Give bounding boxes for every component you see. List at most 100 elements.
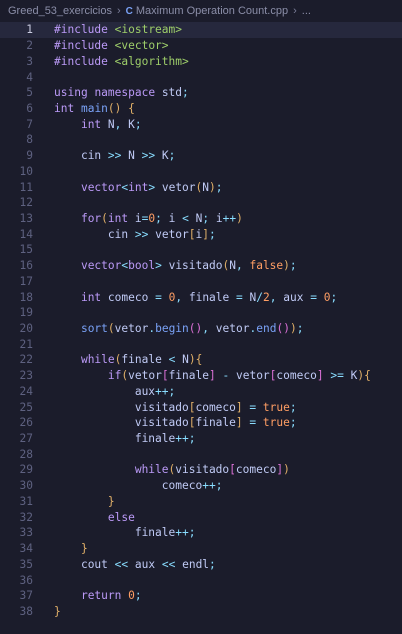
code-text: cin >> vetor[i]; <box>107 227 216 241</box>
code-line[interactable]: 9 cin >> N >> K; <box>0 148 402 164</box>
code-line[interactable]: 22 while(finale < N){ <box>0 352 402 368</box>
code-line[interactable]: 17 <box>0 274 402 290</box>
chevron-right-icon: › <box>293 5 297 17</box>
line-number: 33 <box>19 526 33 540</box>
line-number: 31 <box>19 494 33 508</box>
code-line[interactable]: 37 return 0; <box>0 588 402 604</box>
line-number: 6 <box>26 101 33 115</box>
code-line[interactable]: 24 aux++; <box>0 384 402 400</box>
code-text: } <box>54 604 61 618</box>
code-text: while(visitado[comeco]) <box>134 463 290 477</box>
code-line[interactable]: 3 #include <algorithm> <box>0 53 402 69</box>
line-number: 13 <box>19 211 33 225</box>
code-text: cin >> N >> K; <box>80 149 176 163</box>
code-text: finale++; <box>134 526 196 540</box>
line-number: 3 <box>26 54 33 68</box>
code-line[interactable]: 32 else <box>0 509 402 525</box>
line-number: 23 <box>19 369 33 383</box>
line-number: 36 <box>19 573 33 587</box>
line-number: 35 <box>19 557 33 571</box>
line-number: 19 <box>19 306 33 320</box>
line-number: 5 <box>26 86 33 100</box>
line-number: 22 <box>19 353 33 367</box>
code-text: while(finale < N){ <box>80 353 203 367</box>
code-text: cout << aux << endl; <box>80 557 216 571</box>
line-number: 14 <box>19 227 33 241</box>
code-text: else <box>107 510 135 524</box>
line-number: 2 <box>26 39 33 53</box>
code-line[interactable]: 16 vector<bool> visitado(N, false); <box>0 258 402 274</box>
line-number: 34 <box>19 542 33 556</box>
code-line[interactable]: 12 <box>0 195 402 211</box>
code-text: visitado[finale] = true; <box>134 416 297 430</box>
code-text: aux++; <box>134 384 176 398</box>
code-line[interactable]: 14 cin >> vetor[i]; <box>0 226 402 242</box>
code-line[interactable]: 13 for(int i=0; i < N; i++) <box>0 211 402 227</box>
line-number: 4 <box>26 70 33 84</box>
line-number: 15 <box>19 243 33 257</box>
code-line[interactable]: 21 <box>0 336 402 352</box>
code-line[interactable]: 15 <box>0 242 402 258</box>
code-line[interactable]: 20 sort(vetor.begin(), vetor.end()); <box>0 321 402 337</box>
line-number: 37 <box>19 589 33 603</box>
breadcrumb-more[interactable]: ... <box>302 5 311 17</box>
line-number: 16 <box>19 259 33 273</box>
code-line[interactable]: 11 vector<int> vetor(N); <box>0 179 402 195</box>
code-line[interactable]: 19 <box>0 305 402 321</box>
line-number: 12 <box>19 196 33 210</box>
line-number: 18 <box>19 290 33 304</box>
code-line[interactable]: 1 #include <iostream> <box>0 22 402 38</box>
code-text: finale++; <box>134 432 196 446</box>
line-number: 8 <box>26 133 33 147</box>
line-number: 28 <box>19 447 33 461</box>
chevron-right-icon: › <box>116 5 121 17</box>
code-line[interactable]: 6 int main() { <box>0 101 402 117</box>
code-line[interactable]: 7 int N, K; <box>0 116 402 132</box>
code-editor[interactable]: 1 #include <iostream> 2 #include <vector> 3 #… <box>0 22 402 619</box>
code-text: } <box>107 494 115 508</box>
code-line[interactable]: 38} <box>0 604 402 620</box>
code-text: if(vetor[finale] - vetor[comeco] >= K){ <box>107 369 371 383</box>
line-number: 17 <box>19 274 33 288</box>
line-number: 20 <box>19 322 33 336</box>
code-text: #include <iostream> <box>54 23 182 37</box>
code-text: #include <vector> <box>54 39 169 53</box>
code-line[interactable]: 35 cout << aux << endl; <box>0 556 402 572</box>
line-number: 1 <box>26 23 33 37</box>
code-line[interactable]: 18 int comeco = 0, finale = N/2, aux = 0… <box>0 289 402 305</box>
line-number: 38 <box>19 604 33 618</box>
code-line[interactable]: 2 #include <vector> <box>0 38 402 54</box>
code-text: int comeco = 0, finale = N/2, aux = 0; <box>80 290 338 304</box>
code-text: vector<bool> visitado(N, false); <box>80 259 297 273</box>
code-line[interactable]: 31 } <box>0 494 402 510</box>
code-text: return 0; <box>80 589 142 603</box>
code-line[interactable]: 8 <box>0 132 402 148</box>
line-number: 29 <box>19 463 33 477</box>
breadcrumb-file[interactable]: Maximum Operation Count.cpp <box>136 5 288 17</box>
code-line[interactable]: 34 } <box>0 541 402 557</box>
breadcrumb-folder[interactable]: Greed_53_exercicios <box>8 5 112 17</box>
line-number: 30 <box>19 479 33 493</box>
code-line[interactable]: 5 using namespace std; <box>0 85 402 101</box>
code-line[interactable]: 23 if(vetor[finale] - vetor[comeco] >= K… <box>0 368 402 384</box>
code-line[interactable]: 27 finale++; <box>0 431 402 447</box>
breadcrumb: Greed_53_exercicios › C Maximum Operatio… <box>0 0 402 22</box>
code-text: using namespace std; <box>54 86 189 100</box>
code-text: for(int i=0; i < N; i++) <box>80 211 243 225</box>
code-text: comeco++; <box>161 479 223 493</box>
code-text: visitado[comeco] = true; <box>134 400 297 414</box>
code-line[interactable]: 30 comeco++; <box>0 478 402 494</box>
code-line[interactable]: 28 <box>0 446 402 462</box>
code-line[interactable]: 26 visitado[finale] = true; <box>0 415 402 431</box>
code-text: int main() { <box>54 101 135 115</box>
code-line[interactable]: 4 <box>0 69 402 85</box>
code-line[interactable]: 36 <box>0 572 402 588</box>
code-line[interactable]: 29 while(visitado[comeco]) <box>0 462 402 478</box>
line-number: 9 <box>26 149 33 163</box>
code-line[interactable]: 10 <box>0 163 402 179</box>
code-line[interactable]: 25 visitado[comeco] = true; <box>0 399 402 415</box>
code-text: #include <algorithm> <box>54 54 189 68</box>
line-number: 25 <box>19 400 33 414</box>
code-line[interactable]: 33 finale++; <box>0 525 402 541</box>
code-text: vector<int> vetor(N); <box>80 180 223 194</box>
